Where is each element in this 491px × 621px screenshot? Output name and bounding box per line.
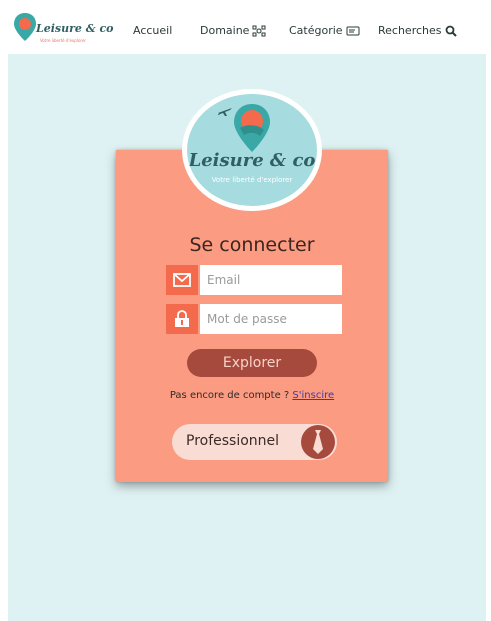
login-title: Se connecter [189,234,315,256]
header-brand-tagline: Votre liberté d'explorer [40,38,87,43]
signup-link[interactable]: S'inscire [292,390,334,401]
tag-card-icon [346,26,360,35]
header-brand-name: Leisure & co [36,22,114,35]
email-input[interactable] [200,265,342,295]
password-input[interactable] [200,304,342,334]
explore-button[interactable]: Explorer [187,349,317,377]
necktie-icon [313,430,323,454]
network-icon [252,25,266,36]
header-logo[interactable]: Leisure & co Votre liberté d'explorer [10,10,114,48]
nav-accueil-label: Accueil [133,24,173,37]
search-icon [445,25,457,37]
nav-categorie-label: Catégorie [289,24,343,37]
professional-label: Professionnel [186,433,280,449]
login-logo-inner: Leisure & co Votre liberté d'explorer [187,94,317,206]
envelope-icon [173,273,191,287]
lock-icon [175,310,189,327]
nav-domaine-label: Domaine [200,24,250,37]
email-icon-box [166,265,198,295]
necktie-icon-circle [301,425,335,459]
login-logo: Leisure & co Votre liberté d'explorer [182,89,322,211]
top-nav-bar: Leisure & co Votre liberté d'explorer Ac… [0,0,491,54]
location-pin-icon [14,13,36,41]
login-logo-tagline: Votre liberté d'explorer [211,176,293,184]
nav-recherches[interactable]: Recherches [378,24,459,37]
location-pin-icon [234,104,270,152]
password-field [166,304,342,334]
page: Leisure & co Votre liberté d'explorer Ac… [0,0,491,621]
nav-recherches-label: Recherches [378,24,442,37]
email-field [166,265,342,295]
nav-categorie[interactable]: Catégorie [289,24,360,37]
signup-text: Pas encore de compte ? [169,390,293,401]
login-logo-brand: Leisure & co [188,150,316,171]
nav-domaine[interactable]: Domaine [200,24,266,37]
professional-button[interactable]: Professionnel [172,424,337,460]
password-icon-box [166,304,198,334]
signup-prompt: Pas encore de compte ? S'inscire [116,390,388,401]
nav-accueil[interactable]: Accueil [133,24,172,37]
